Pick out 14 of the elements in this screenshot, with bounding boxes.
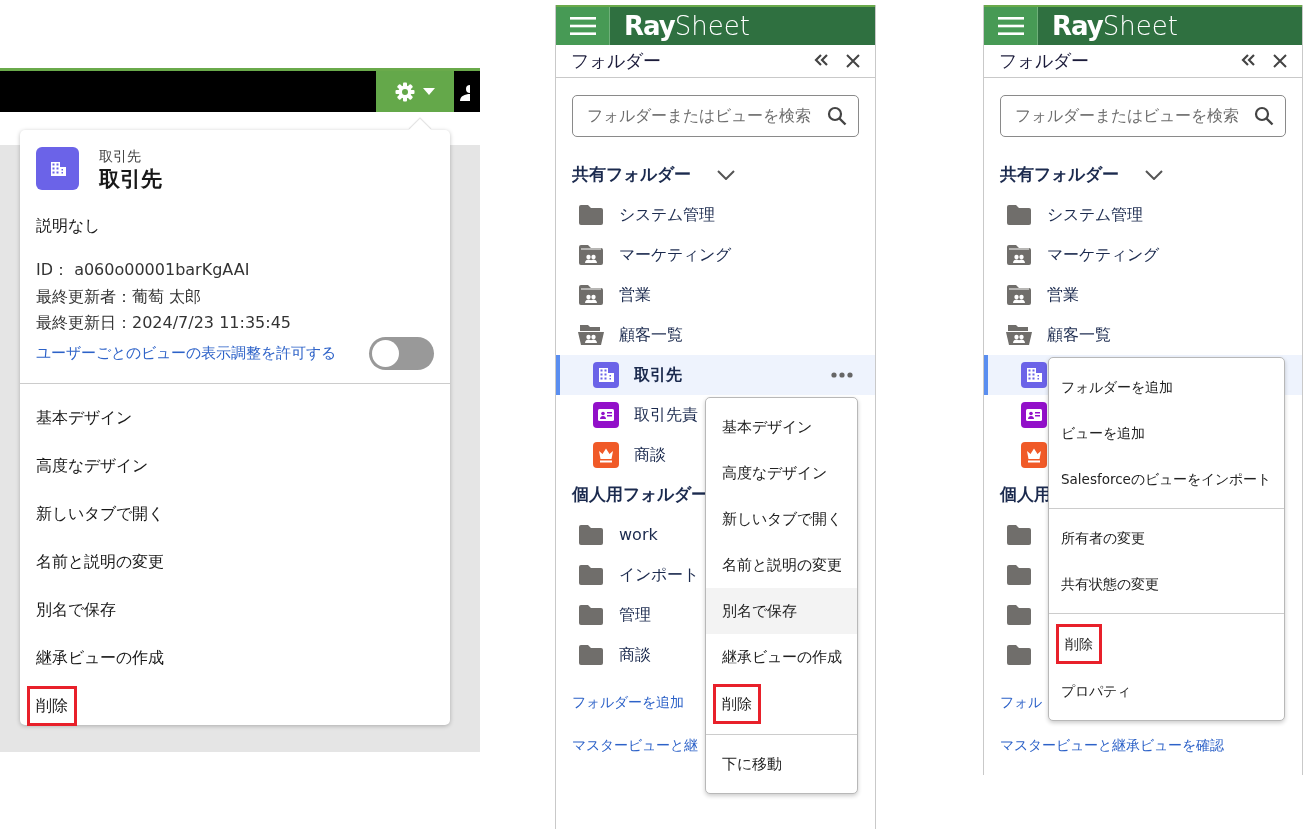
object-title: 取引先: [99, 166, 162, 193]
panel-title: フォルダー: [999, 50, 1089, 72]
detail-line: 最終更新日：2024/7/23 11:35:45: [36, 312, 292, 334]
section-title: 共有フォルダー: [1000, 163, 1119, 186]
section-title: 共有フォルダー: [572, 163, 691, 186]
object-type: 取引先: [99, 147, 142, 165]
logo-text: Ray: [1052, 11, 1103, 41]
panel-title: フォルダー: [571, 50, 661, 72]
detail-line: ID： a060o00001barKgAAI: [36, 259, 251, 281]
logo-text: Ray: [624, 11, 675, 41]
detail-line: 最終更新者：葡萄 太郎: [36, 285, 203, 308]
logo-text: Sheet: [1102, 11, 1178, 41]
description-text: 説明なし: [35, 215, 101, 236]
logo-text: Sheet: [674, 11, 750, 41]
